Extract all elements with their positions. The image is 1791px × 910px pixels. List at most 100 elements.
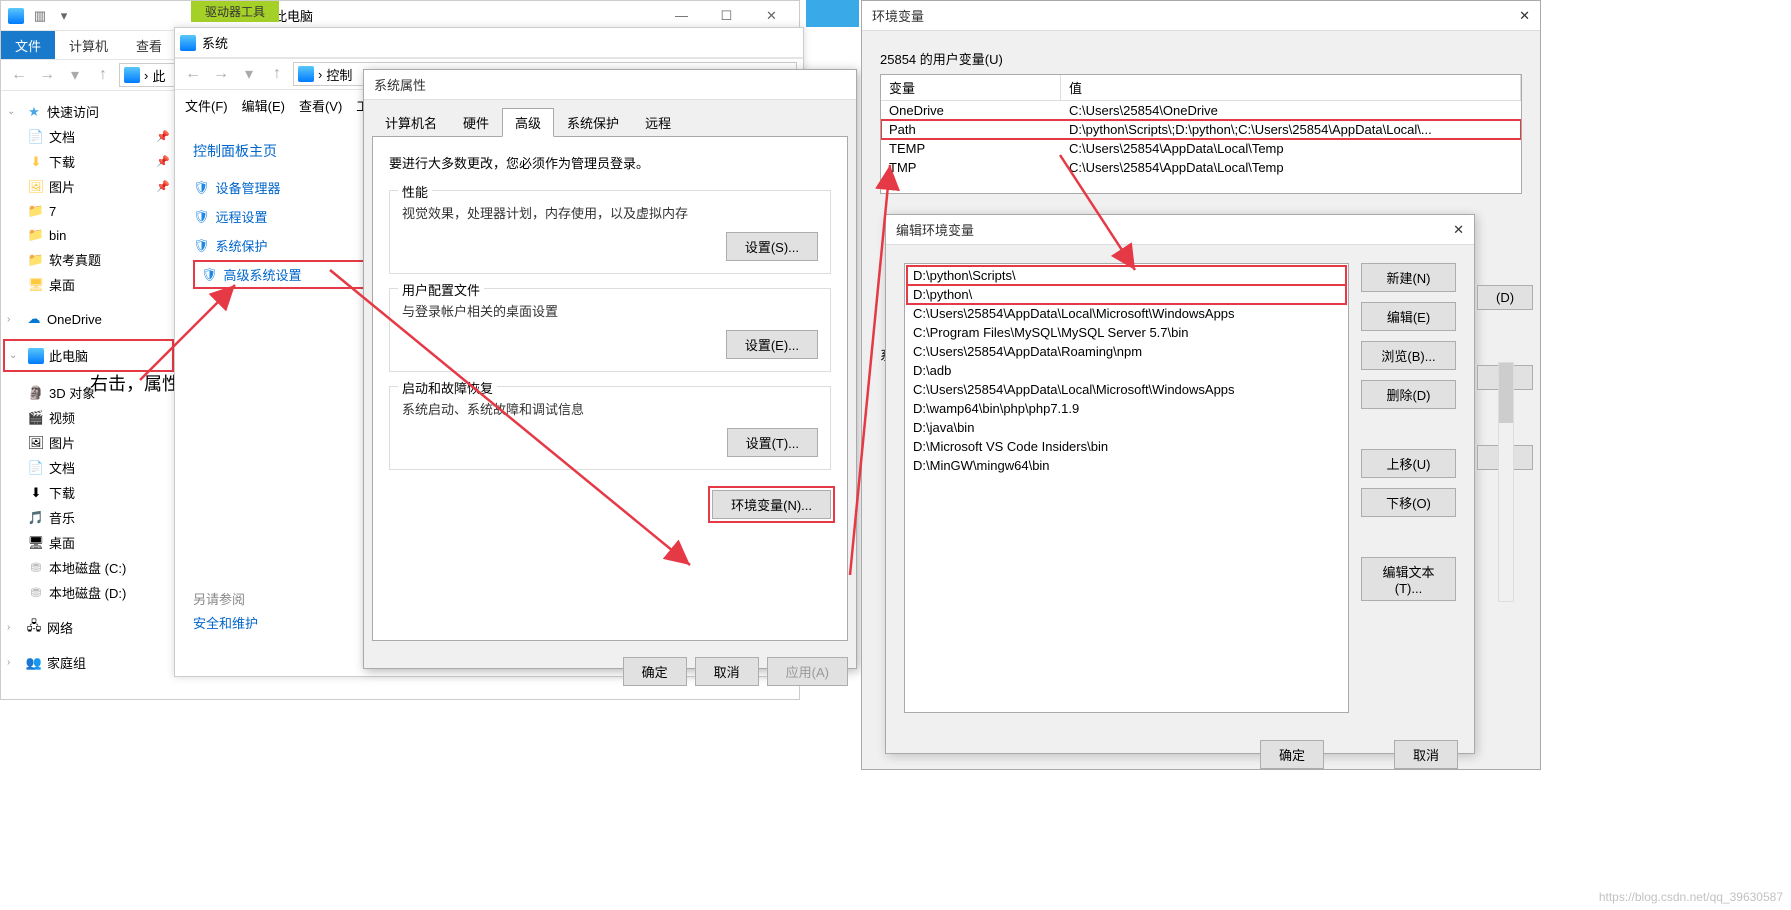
list-item[interactable]: C:\Users\25854\AppData\Roaming\npm [907, 342, 1346, 361]
tree-homegroup[interactable]: ›👥家庭组 [5, 650, 172, 675]
cell: OneDrive [881, 101, 1061, 120]
back-button[interactable]: ← [7, 63, 31, 87]
maximize-button[interactable]: ☐ [704, 1, 749, 31]
title-text: 环境变量 [872, 6, 924, 25]
cell: C:\Users\25854\OneDrive [1061, 101, 1521, 120]
scrollbar[interactable] [1498, 362, 1514, 602]
tree-onedrive[interactable]: ›☁OneDrive [5, 307, 172, 331]
move-down-button[interactable]: 下移(O) [1361, 488, 1456, 517]
tab-view[interactable]: 查看 [122, 31, 176, 59]
tree-item[interactable]: 🎵音乐 [5, 505, 172, 530]
table-row-path[interactable]: PathD:\python\Scripts\;D:\python\;C:\Use… [881, 120, 1521, 139]
edit-text-button[interactable]: 编辑文本(T)... [1361, 557, 1456, 601]
tab-remote[interactable]: 远程 [632, 108, 684, 137]
path-list[interactable]: D:\python\Scripts\ D:\python\ C:\Users\2… [904, 263, 1349, 713]
list-item[interactable]: D:\java\bin [907, 418, 1346, 437]
delete-button[interactable]: 删除(D) [1361, 380, 1456, 409]
qat-dropdown-icon[interactable]: ▾ [54, 6, 74, 26]
edit-button[interactable]: 编辑(E) [1361, 302, 1456, 331]
user-vars-table[interactable]: 变量 值 OneDriveC:\Users\25854\OneDrive Pat… [880, 74, 1522, 194]
list-item[interactable]: C:\Program Files\MySQL\MySQL Server 5.7\… [907, 323, 1346, 342]
tree-item[interactable]: 🖥桌面 [5, 530, 172, 555]
folder-icon: 🖼 [27, 178, 45, 196]
list-item[interactable]: C:\Users\25854\AppData\Local\Microsoft\W… [907, 304, 1346, 323]
label: 图片 [49, 433, 75, 452]
tree-item[interactable]: ⛃本地磁盘 (D:) [5, 580, 172, 605]
back-button[interactable]: ← [181, 62, 205, 86]
context-tab[interactable]: 驱动器工具 [191, 1, 279, 22]
list-item[interactable]: D:\Microsoft VS Code Insiders\bin [907, 437, 1346, 456]
star-icon: ★ [25, 103, 43, 121]
ok-button[interactable]: 确定 [1260, 740, 1324, 769]
cancel-button[interactable]: 取消 [695, 657, 759, 686]
pin-icon: 📌 [156, 155, 170, 168]
pc-icon [27, 347, 45, 365]
tree-item[interactable]: 📄文档 [5, 455, 172, 480]
label: 本地磁盘 (C:) [49, 558, 126, 577]
history-dropdown[interactable]: ▾ [237, 62, 261, 86]
tree-item[interactable]: ⬇下载 [5, 480, 172, 505]
profile-settings-button[interactable]: 设置(E)... [726, 330, 818, 359]
col-val[interactable]: 值 [1061, 75, 1521, 100]
tab-protection[interactable]: 系统保护 [554, 108, 632, 137]
menu-view[interactable]: 查看(V) [299, 96, 342, 115]
tree-item[interactable]: 📁软考真题 [5, 247, 172, 272]
tree-item[interactable]: 🖥桌面 [5, 272, 172, 297]
menu-edit[interactable]: 编辑(E) [242, 96, 285, 115]
env-vars-button[interactable]: 环境变量(N)... [712, 490, 831, 519]
tree-network[interactable]: ›🖧网络 [5, 615, 172, 640]
col-var[interactable]: 变量 [881, 75, 1061, 100]
tree-item[interactable]: 📄文档📌 [5, 124, 172, 149]
folder-icon: 📁 [27, 226, 45, 244]
qat-icon[interactable]: ▥ [30, 6, 50, 26]
browse-button[interactable]: 浏览(B)... [1361, 341, 1456, 370]
tree-item[interactable]: 🎬视频 [5, 405, 172, 430]
table-row[interactable]: OneDriveC:\Users\25854\OneDrive [881, 101, 1521, 120]
tree-item[interactable]: ⬇下载📌 [5, 149, 172, 174]
tab-hardware[interactable]: 硬件 [450, 108, 502, 137]
group-startup: 启动和故障恢复 系统启动、系统故障和调试信息 设置(T)... [389, 386, 831, 470]
tree-item[interactable]: 📁bin [5, 223, 172, 247]
list-item[interactable]: D:\MinGW\mingw64\bin [907, 456, 1346, 475]
forward-button[interactable]: → [35, 63, 59, 87]
tree-item[interactable]: 📁7 [5, 199, 172, 223]
desktop-icon: 🖥 [27, 534, 45, 552]
minimize-button[interactable]: — [659, 1, 704, 31]
list-item[interactable]: D:\python\ [907, 285, 1346, 304]
tab-computer-name[interactable]: 计算机名 [372, 108, 450, 137]
list-item[interactable]: D:\adb [907, 361, 1346, 380]
homegroup-icon: 👥 [25, 654, 43, 672]
tree-quick-access[interactable]: ⌄★快速访问 [5, 99, 172, 124]
list-item[interactable]: C:\Users\25854\AppData\Local\Microsoft\W… [907, 380, 1346, 399]
close-button[interactable]: ✕ [1453, 222, 1464, 238]
tree-item[interactable]: ⛃本地磁盘 (C:) [5, 555, 172, 580]
tab-computer[interactable]: 计算机 [55, 31, 122, 59]
move-up-button[interactable]: 上移(U) [1361, 449, 1456, 478]
menu-file[interactable]: 文件(F) [185, 96, 228, 115]
close-button[interactable]: ✕ [1519, 8, 1530, 24]
tab-advanced[interactable]: 高级 [502, 108, 554, 137]
perf-settings-button[interactable]: 设置(S)... [726, 232, 818, 261]
up-button[interactable]: ↑ [91, 63, 115, 87]
tab-file[interactable]: 文件 [1, 31, 55, 59]
cloud-icon: ☁ [25, 310, 43, 328]
up-button[interactable]: ↑ [265, 62, 289, 86]
new-button[interactable]: 新建(N) [1361, 263, 1456, 292]
partial-button[interactable]: (D) [1477, 285, 1533, 310]
tree-item[interactable]: 🖼图片📌 [5, 174, 172, 199]
forward-button[interactable]: → [209, 62, 233, 86]
list-item[interactable]: D:\python\Scripts\ [907, 266, 1346, 285]
table-row[interactable]: TMPC:\Users\25854\AppData\Local\Temp [881, 158, 1521, 177]
history-dropdown[interactable]: ▾ [63, 63, 87, 87]
startup-settings-button[interactable]: 设置(T)... [727, 428, 818, 457]
folder-icon: 📁 [27, 202, 45, 220]
label: 系统保护 [216, 236, 268, 255]
apply-button[interactable]: 应用(A) [767, 657, 848, 686]
table-row[interactable]: TEMPC:\Users\25854\AppData\Local\Temp [881, 139, 1521, 158]
tree-item[interactable]: 🖼图片 [5, 430, 172, 455]
list-item[interactable]: D:\wamp64\bin\php\php7.1.9 [907, 399, 1346, 418]
close-button[interactable]: ✕ [749, 1, 794, 31]
cancel-button[interactable]: 取消 [1394, 740, 1458, 769]
ok-button[interactable]: 确定 [623, 657, 687, 686]
tree-this-pc[interactable]: ⌄此电脑 [7, 343, 170, 368]
